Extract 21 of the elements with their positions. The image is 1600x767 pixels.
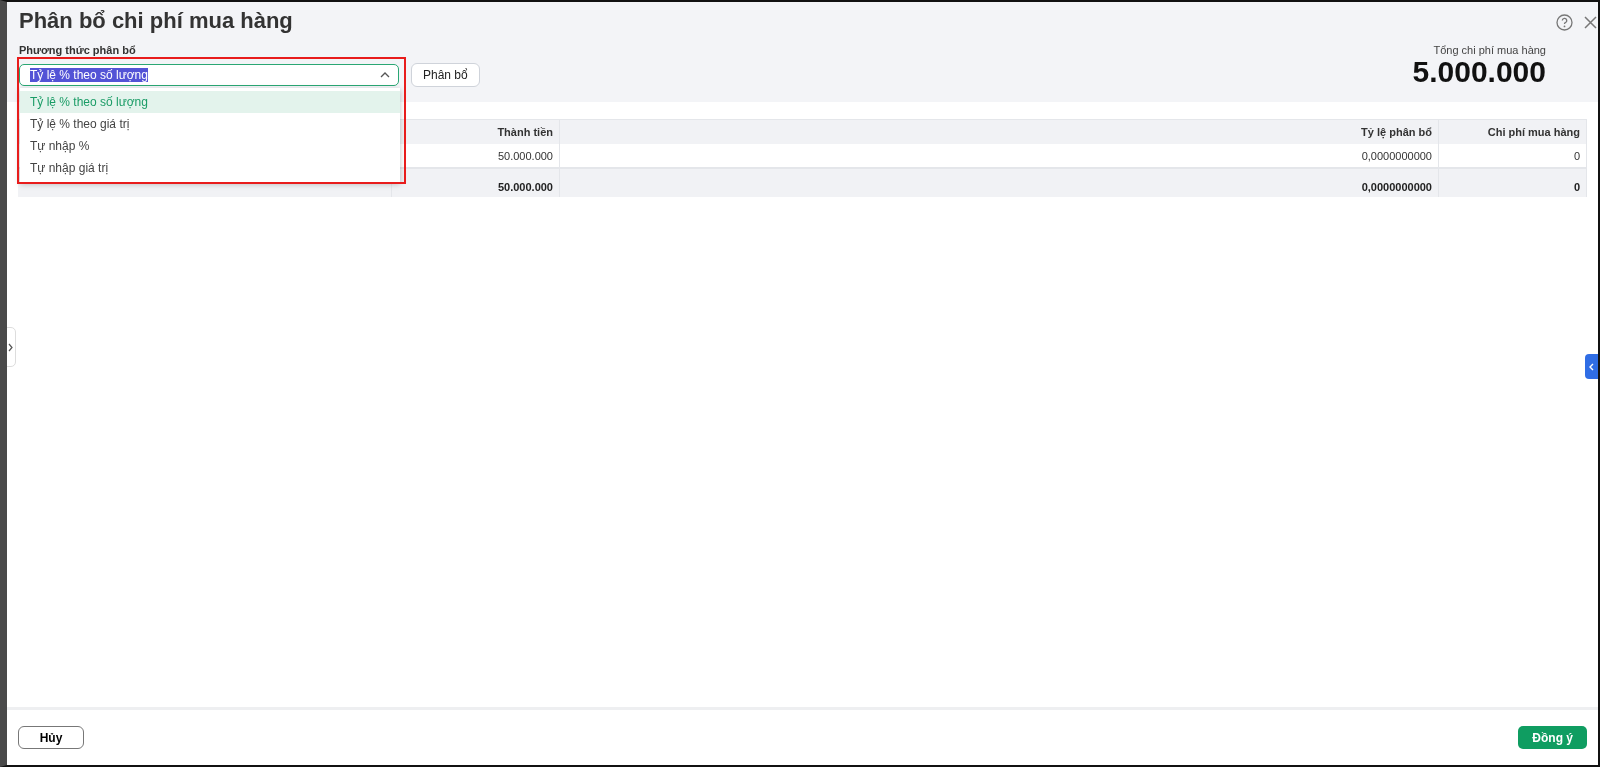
column-header: Tỷ lệ phân bổ bbox=[560, 119, 1439, 144]
expand-handle[interactable] bbox=[7, 327, 16, 367]
cancel-button[interactable]: Hủy bbox=[18, 726, 84, 749]
total-label: Tổng chi phí mua hàng bbox=[1433, 44, 1546, 56]
field-label: Phương thức phân bổ bbox=[19, 44, 136, 57]
close-icon[interactable] bbox=[1583, 15, 1598, 30]
dialog-title: Phân bổ chi phí mua hàng bbox=[19, 8, 294, 34]
total-value: 5.000.000 bbox=[1412, 56, 1546, 88]
allocate-button[interactable]: Phân bổ bbox=[411, 63, 480, 87]
total-cell: 0 bbox=[1439, 169, 1587, 197]
chevron-left-icon bbox=[1589, 362, 1594, 371]
method-select[interactable]: Tỷ lệ % theo số lượng bbox=[19, 64, 399, 86]
table-cell: 0 bbox=[1439, 144, 1587, 169]
total-cell: 0,0000000000 bbox=[560, 169, 1439, 197]
caret-icon bbox=[380, 72, 390, 78]
table-cell: 0,0000000000 bbox=[560, 144, 1439, 169]
help-icon[interactable] bbox=[1556, 14, 1573, 31]
chevron-right-icon bbox=[8, 342, 13, 352]
side-panel-handle[interactable] bbox=[1585, 354, 1598, 379]
total-cell: 50.000.000 bbox=[392, 169, 560, 197]
column-header: Chi phí mua hàng bbox=[1439, 119, 1587, 144]
